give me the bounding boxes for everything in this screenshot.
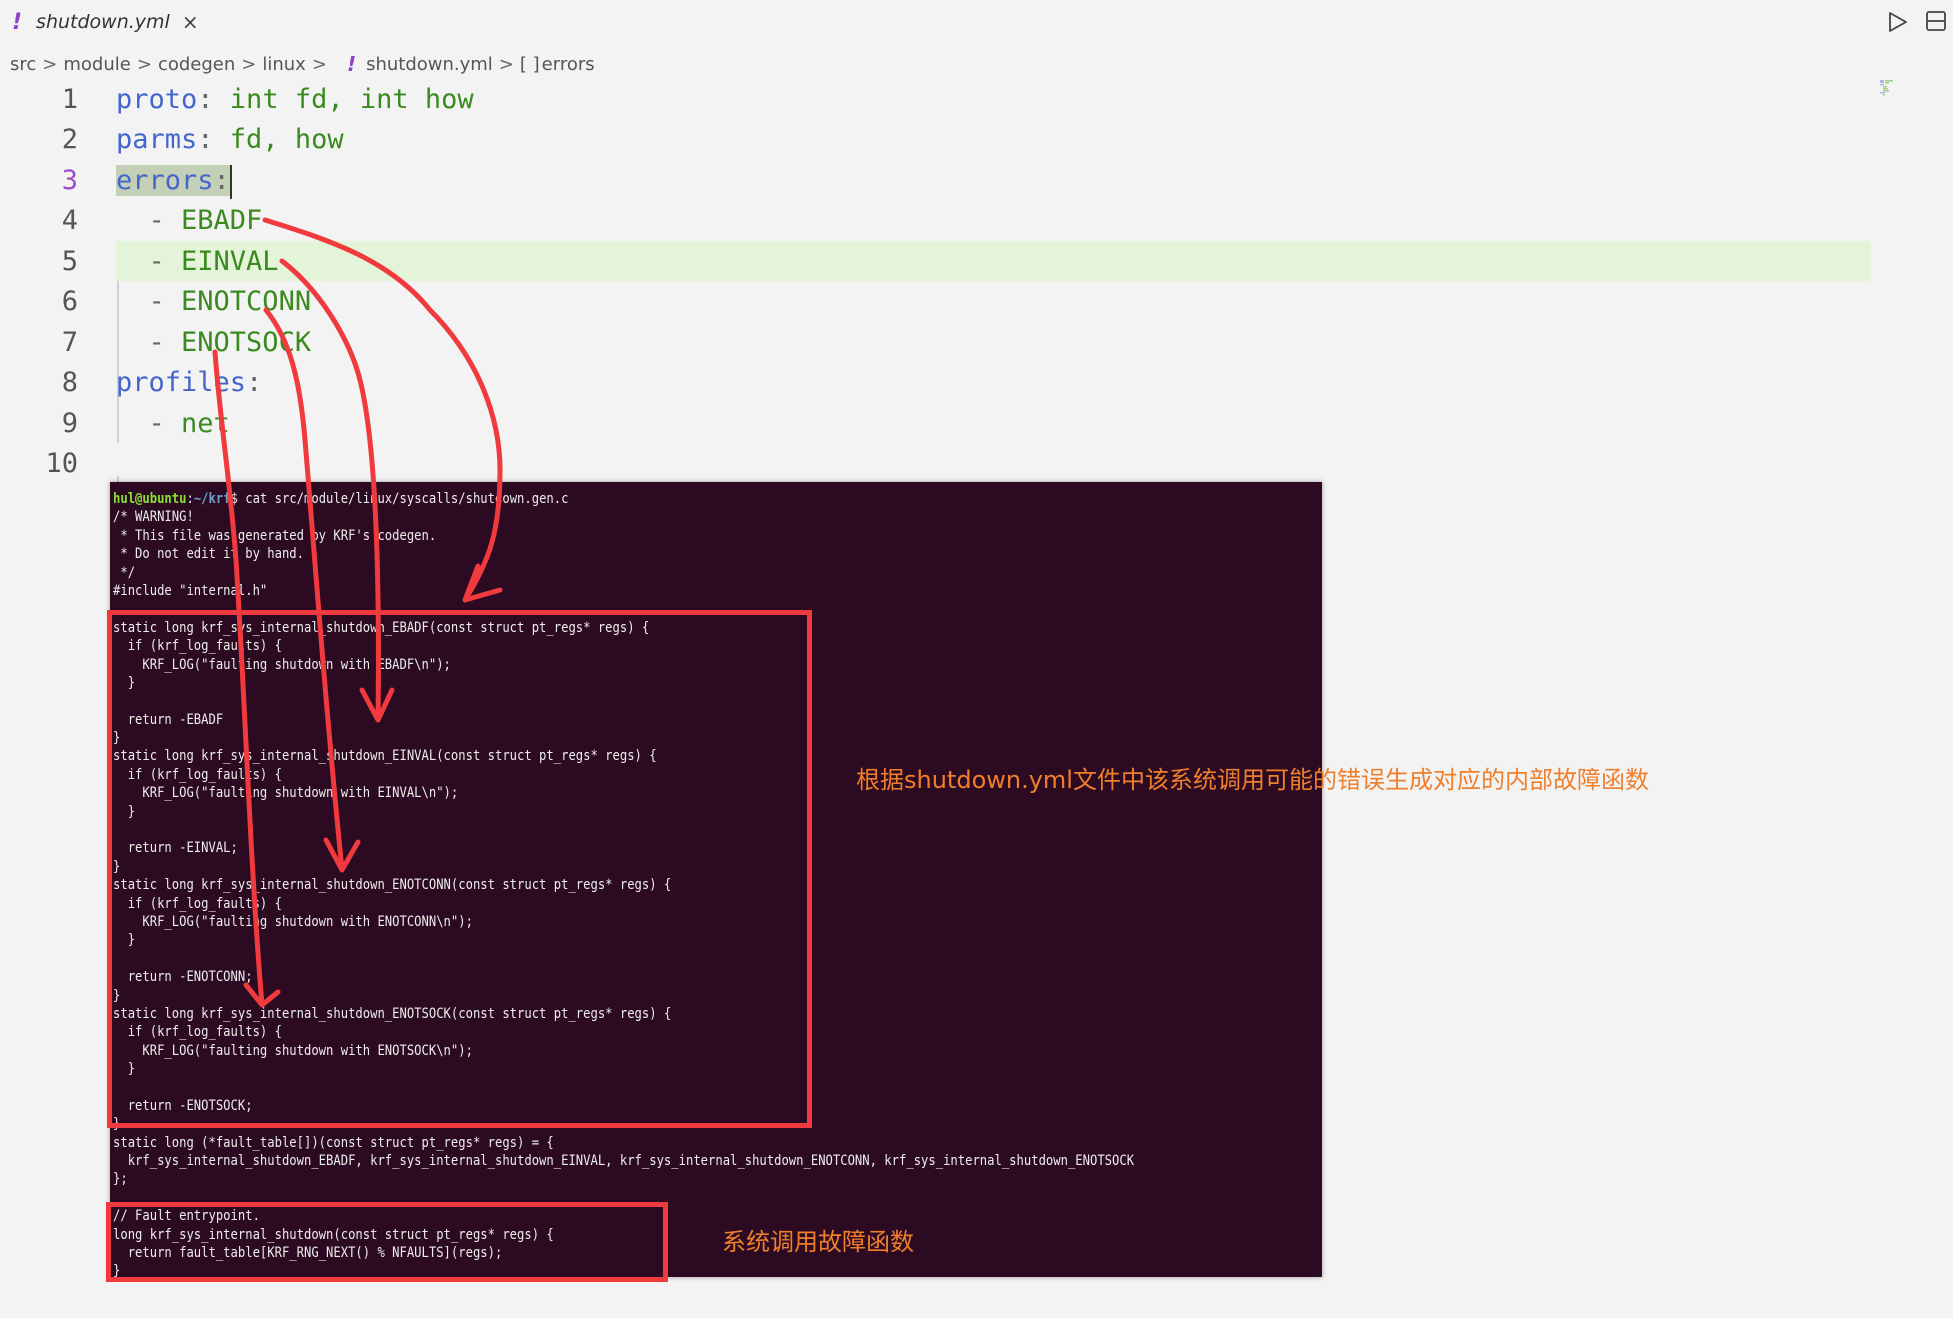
yaml-key: parms xyxy=(116,124,198,155)
tab-bar: ! shutdown.yml × xyxy=(0,0,1953,44)
yaml-value: ENOTCONN xyxy=(181,286,312,317)
prompt-command: $ cat src/module/linux/syscalls/shutdown… xyxy=(230,491,569,507)
yaml-colon: : xyxy=(197,124,214,155)
entrypoint-box xyxy=(106,1202,668,1282)
prompt-path: ~/krf xyxy=(193,491,231,507)
code-line: 7 - ENOTSOCK xyxy=(0,323,1870,363)
terminal-line: /* WARNING! xyxy=(113,509,194,526)
yaml-value: EINVAL xyxy=(181,246,279,277)
prompt-user: hul@ubuntu xyxy=(113,491,187,507)
code-line: 9 - net xyxy=(0,404,1870,444)
code-line-active: 3 errors: xyxy=(0,161,1870,201)
terminal-line: * This file was generated by KRF's codeg… xyxy=(113,527,437,544)
functions-annotation: 根据shutdown.yml文件中该系统调用可能的错误生成对应的内部故障函数 xyxy=(856,766,1649,794)
code-line: 2 parms: fd, how xyxy=(0,120,1870,160)
line-number: 6 xyxy=(61,286,78,317)
breadcrumb-item-symbol[interactable]: errors xyxy=(542,54,595,75)
text-cursor xyxy=(229,164,232,199)
yaml-key: errors xyxy=(116,165,214,196)
play-icon[interactable] xyxy=(1887,10,1909,34)
code-line: 6 - ENOTCONN xyxy=(0,282,1870,322)
code-line: 8 profiles: xyxy=(0,363,1870,403)
breadcrumb-separator: > xyxy=(311,53,327,75)
yaml-file-icon: ! xyxy=(12,9,23,35)
yaml-value: int fd, int how xyxy=(213,84,474,115)
tab-title: shutdown.yml xyxy=(36,11,170,33)
yaml-colon: : xyxy=(213,165,230,196)
yaml-dash: - xyxy=(116,327,182,358)
breadcrumb-item-src[interactable]: src xyxy=(10,54,36,75)
breadcrumb-separator: > xyxy=(241,53,257,75)
code-line: 1 proto: int fd, int how xyxy=(0,80,1870,120)
array-symbol-icon: [ ] xyxy=(519,53,540,75)
terminal-line: */ xyxy=(113,564,136,581)
yaml-colon: : xyxy=(246,367,263,398)
breadcrumb-separator: > xyxy=(136,53,152,75)
line-number: 5 xyxy=(61,246,78,277)
code-line: 10 xyxy=(0,444,1870,484)
breadcrumb-item-codegen[interactable]: codegen xyxy=(158,54,235,75)
terminal-line: static long (*fault_table[])(const struc… xyxy=(113,1134,554,1151)
entrypoint-annotation: 系统调用故障函数 xyxy=(722,1228,914,1256)
close-icon[interactable]: × xyxy=(182,10,199,34)
line-number: 7 xyxy=(61,327,78,358)
yaml-key: proto xyxy=(116,84,198,115)
line-number: 3 xyxy=(61,165,78,196)
generated-functions-box xyxy=(107,610,812,1128)
breadcrumb-item-file[interactable]: shutdown.yml xyxy=(366,54,493,75)
yaml-dash: - xyxy=(116,246,182,277)
yaml-file-icon: ! xyxy=(346,52,357,76)
terminal-line: krf_sys_internal_shutdown_EBADF, krf_sys… xyxy=(113,1153,1135,1170)
line-number: 10 xyxy=(45,448,78,479)
yaml-value: EBADF xyxy=(181,205,263,236)
prompt-colon: : xyxy=(186,491,194,507)
breadcrumb-item-module[interactable]: module xyxy=(63,54,130,75)
yaml-value: fd, how xyxy=(213,124,344,155)
terminal-line: }; xyxy=(113,1171,128,1188)
yaml-key: profiles xyxy=(116,367,247,398)
line-number: 2 xyxy=(61,124,78,155)
breadcrumb-separator: > xyxy=(42,53,58,75)
breadcrumb-item-linux[interactable]: linux xyxy=(262,54,305,75)
line-number: 1 xyxy=(61,84,78,115)
line-number: 4 xyxy=(61,205,78,236)
yaml-colon: : xyxy=(197,84,214,115)
terminal-line: * Do not edit it by hand. xyxy=(113,546,305,563)
yaml-value: net xyxy=(181,408,230,439)
code-line: 4 - EBADF xyxy=(0,201,1870,241)
tab-shutdown-yml[interactable]: ! shutdown.yml × xyxy=(0,0,200,44)
yaml-dash: - xyxy=(116,205,182,236)
yaml-dash: - xyxy=(116,286,182,317)
code-line: 5 - EINVAL xyxy=(0,242,1870,282)
terminal-prompt-line: hul@ubuntu:~/krf$ cat src/module/linux/s… xyxy=(113,490,1153,508)
yaml-dash: - xyxy=(116,408,182,439)
yaml-value: ENOTSOCK xyxy=(181,327,312,358)
breadcrumb: src > module > codegen > linux > ! shutd… xyxy=(10,52,595,76)
minimap[interactable] xyxy=(1880,80,1904,100)
split-editor-icon[interactable] xyxy=(1925,10,1947,32)
breadcrumb-separator: > xyxy=(498,53,514,75)
line-number: 8 xyxy=(61,367,78,398)
line-number: 9 xyxy=(61,408,78,439)
terminal-line: #include "internal.h" xyxy=(113,582,268,599)
